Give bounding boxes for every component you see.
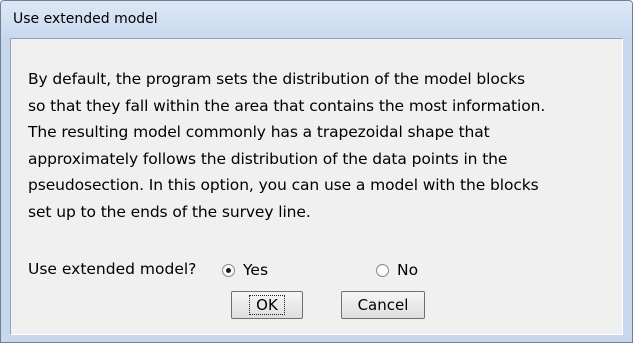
radio-button-icon[interactable] [376,263,389,277]
cancel-button-label: Cancel [357,296,409,314]
title-bar[interactable]: Use extended model [1,1,632,38]
dialog-window: Use extended model By default, the progr… [0,0,633,343]
ok-button-label: OK [249,295,285,315]
dialog-body: By default, the program sets the distrib… [10,38,623,335]
description-line: approximately follows the distribution o… [28,149,508,168]
radio-no[interactable]: No [376,261,418,279]
question-label: Use extended model? [28,260,197,278]
radio-yes-label[interactable]: Yes [243,261,268,279]
description-line: By default, the program sets the distrib… [28,70,526,88]
description-line: The resulting model commonly has a trape… [28,123,490,141]
radio-no-label[interactable]: No [397,261,418,279]
description-line: pseudosection. In this option, you can u… [28,176,539,194]
ok-button[interactable]: OK [231,291,303,319]
cancel-button[interactable]: Cancel [341,291,425,319]
description-line: so that they fall within the area that c… [28,96,546,115]
description-line: set up to the ends of the survey line. [28,202,311,221]
description-text: By default, the program sets the distrib… [28,66,624,225]
window-title: Use extended model [13,11,158,27]
radio-yes[interactable]: Yes [222,261,268,279]
radio-button-selected-icon[interactable] [222,263,235,277]
